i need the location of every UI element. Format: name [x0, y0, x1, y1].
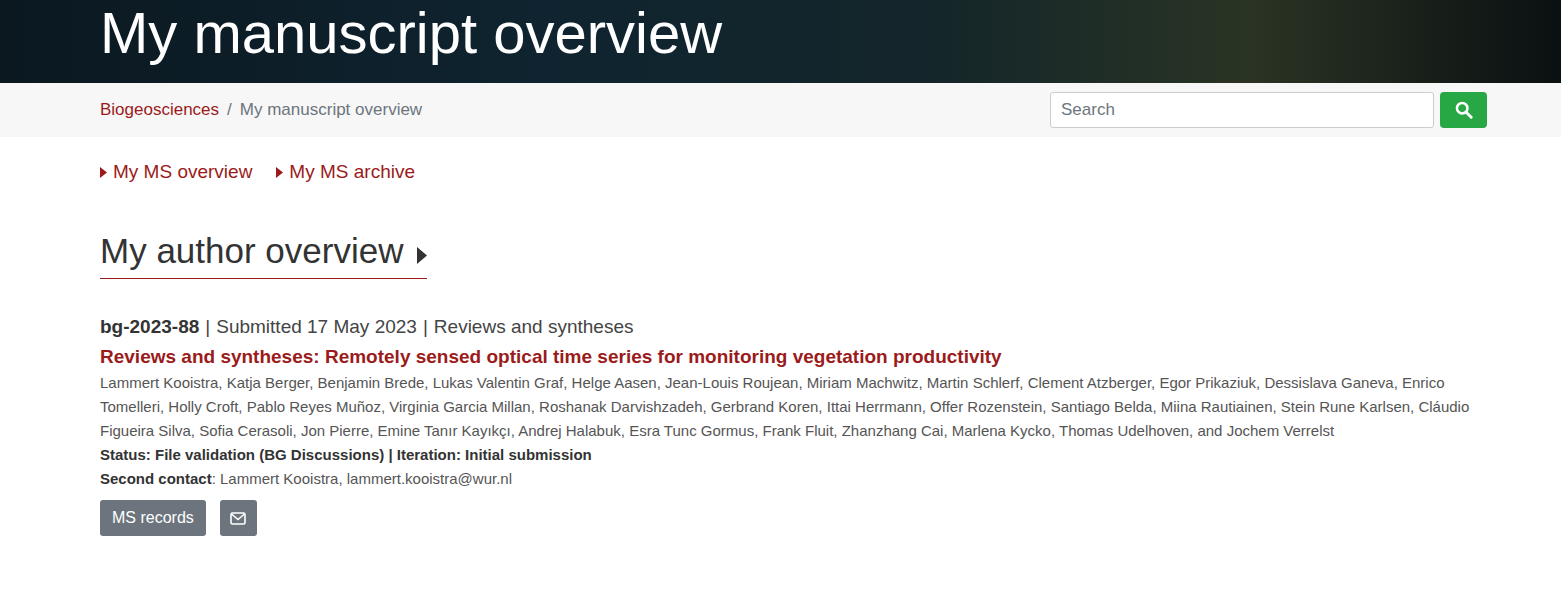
email-button[interactable] [220, 500, 257, 536]
manuscript-type: Reviews and syntheses [434, 315, 634, 339]
page-title: My manuscript overview [100, 1, 1561, 65]
ms-records-button[interactable]: MS records [100, 500, 206, 536]
magnifier-icon [1455, 101, 1473, 119]
manuscript-title[interactable]: Reviews and syntheses: Remotely sensed o… [100, 343, 1487, 371]
content: My MS overview My MS archive My author o… [100, 160, 1487, 536]
breadcrumb: Biogeosciences / My manuscript overview [100, 97, 422, 123]
manuscript-entry: bg-2023-88 | Submitted 17 May 2023 | Rev… [100, 315, 1487, 536]
author-list: Lammert Kooistra, Katja Berger, Benjamin… [100, 371, 1487, 443]
section-heading[interactable]: My author overview [100, 230, 427, 279]
breadcrumb-link[interactable]: Biogeosciences [100, 97, 219, 123]
nav-link[interactable]: My MS overview [100, 160, 252, 184]
caret-right-icon [276, 167, 283, 178]
caret-right-icon [100, 167, 107, 178]
page-header: My manuscript overview [0, 0, 1561, 83]
search-input[interactable] [1050, 92, 1434, 128]
breadcrumb-bar: Biogeosciences / My manuscript overview [0, 83, 1561, 137]
meta-separator: | [423, 315, 428, 339]
status-line: Status: File validation (BG Discussions)… [100, 443, 1487, 467]
entry-actions: MS records [100, 500, 1487, 536]
meta-separator: | [205, 315, 210, 339]
breadcrumb-current: My manuscript overview [240, 97, 422, 123]
envelope-icon [230, 512, 246, 525]
manuscript-id: bg-2023-88 [100, 315, 199, 339]
search-button[interactable] [1440, 92, 1487, 128]
nav-link[interactable]: My MS archive [276, 160, 415, 184]
manuscript-meta: bg-2023-88 | Submitted 17 May 2023 | Rev… [100, 315, 1487, 339]
ms-nav: My MS overview My MS archive [100, 160, 1487, 184]
breadcrumb-separator: / [227, 97, 232, 123]
contact-line: Second contact: Lammert Kooistra, lammer… [100, 467, 1487, 491]
caret-right-icon [417, 247, 427, 264]
submitted-date: Submitted 17 May 2023 [216, 315, 417, 339]
search-form [1050, 92, 1487, 128]
